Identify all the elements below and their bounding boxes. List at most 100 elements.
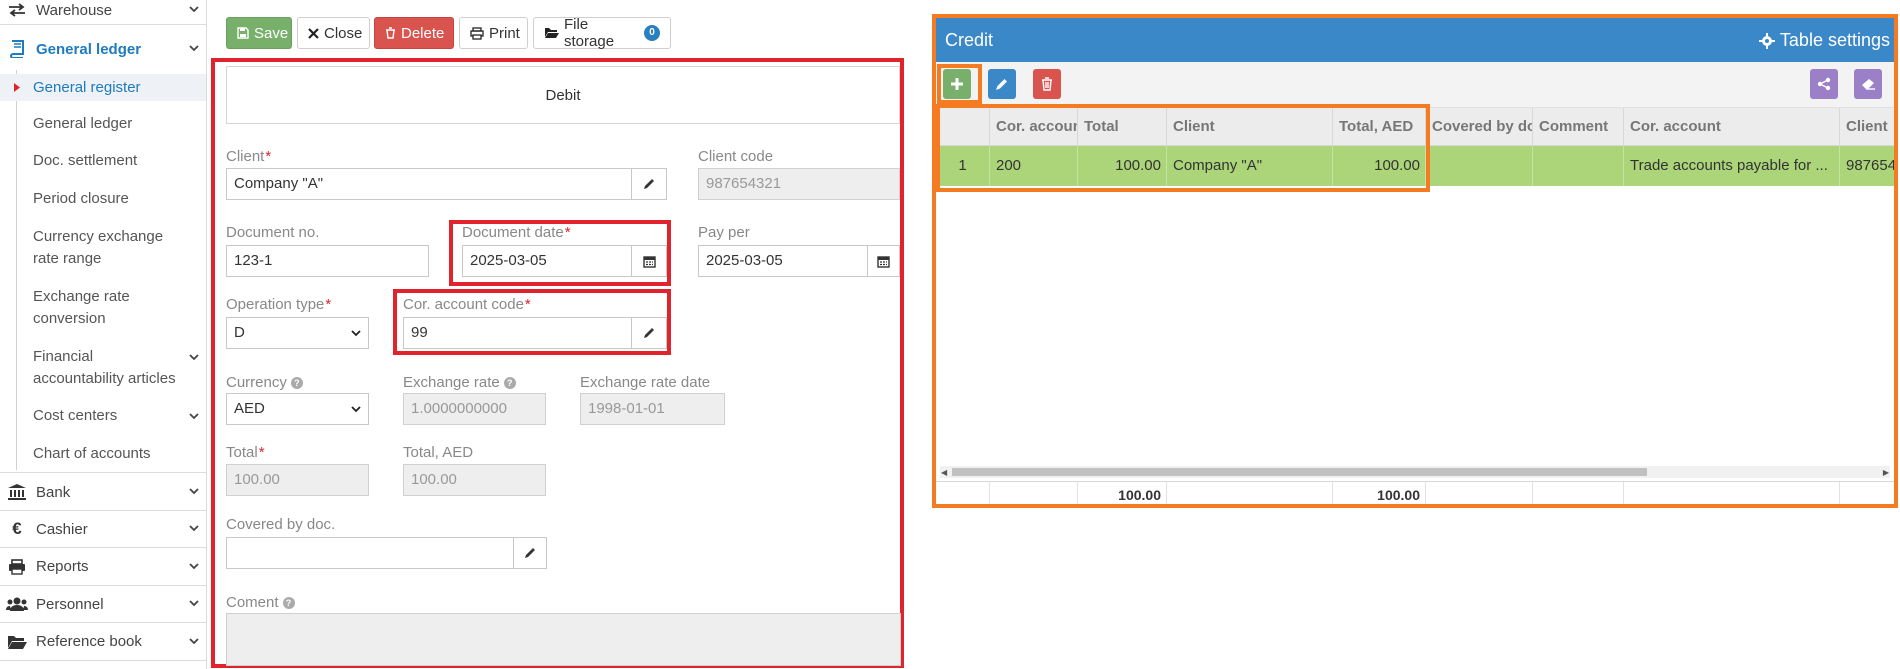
- footer-total-aed: 100.00: [1333, 482, 1426, 504]
- client-field[interactable]: Company "A": [226, 168, 632, 200]
- calendar-icon: [877, 255, 890, 268]
- pencil-icon: [643, 178, 655, 190]
- covered-by-doc-edit-button[interactable]: [513, 537, 547, 569]
- close-button[interactable]: Close: [297, 17, 370, 49]
- sidebar-item-financial-accountability-articles[interactable]: Financial accountability articles: [0, 346, 206, 390]
- sidebar-item-label: General ledger: [33, 115, 133, 132]
- bank-icon: [6, 483, 28, 501]
- chevron-down-icon: [189, 43, 199, 53]
- close-icon: [308, 27, 319, 39]
- sidebar-section-warehouse[interactable]: Warehouse: [0, 0, 206, 20]
- print-icon: [470, 26, 484, 40]
- horizontal-scrollbar[interactable]: ◀ ▶: [940, 466, 1890, 478]
- footer-cell: [1167, 482, 1333, 504]
- doc-date-field[interactable]: 2025-03-05: [462, 245, 632, 277]
- delete-button[interactable]: Delete: [374, 17, 454, 49]
- scroll-right-icon[interactable]: ▶: [1883, 468, 1889, 477]
- sidebar-item-label: Exchange rate conversion: [33, 288, 130, 327]
- clear-filter-button[interactable]: [1854, 69, 1882, 99]
- scroll-left-icon[interactable]: ◀: [941, 468, 947, 477]
- currency-label: Currency?: [226, 374, 303, 391]
- edit-row-button[interactable]: [988, 69, 1016, 99]
- file-count-badge: 0: [644, 25, 660, 41]
- chevron-down-icon: [351, 404, 361, 414]
- sidebar-item-label: Cost centers: [33, 407, 118, 424]
- op-type-select[interactable]: D: [226, 317, 369, 349]
- sidebar-item-label: Chart of accounts: [33, 445, 151, 462]
- help-icon[interactable]: ?: [282, 597, 295, 609]
- sidebar-item-period-closure[interactable]: Period closure: [0, 188, 206, 210]
- total-label: Total*: [226, 444, 265, 461]
- footer-cell: [1624, 482, 1840, 504]
- sidebar-item-general-ledger[interactable]: General ledger: [0, 113, 206, 135]
- currency-label-text: Currency: [226, 374, 287, 391]
- sidebar-section-cashier[interactable]: € Cashier: [0, 511, 206, 547]
- divider: [0, 24, 206, 25]
- table-settings-button[interactable]: Table settings: [1758, 30, 1890, 51]
- covered-by-doc-label: Covered by doc.: [226, 516, 336, 533]
- book-icon: [6, 40, 28, 58]
- currency-select[interactable]: AED: [226, 393, 369, 425]
- credit-toolbar: [936, 62, 1894, 108]
- debit-form-highlight: [211, 58, 904, 668]
- chevron-down-icon: [189, 486, 199, 496]
- gear-icon: [1758, 32, 1780, 49]
- help-icon[interactable]: ?: [290, 377, 303, 389]
- trash-icon: [385, 27, 396, 39]
- divider: [0, 660, 206, 661]
- sidebar-item-chart-of-accounts[interactable]: Chart of accounts: [0, 443, 206, 465]
- help-icon[interactable]: ?: [503, 377, 516, 389]
- share-button[interactable]: [1810, 69, 1838, 99]
- column-header[interactable]: Cor. account: [1624, 108, 1840, 146]
- pencil-icon: [995, 77, 1009, 91]
- comment-label: Coment?: [226, 594, 295, 611]
- sidebar-section-label: Personnel: [36, 595, 104, 613]
- sidebar-section-bank[interactable]: Bank: [0, 474, 206, 510]
- table-cell: [1533, 146, 1624, 186]
- cor-account-field[interactable]: 99: [403, 317, 632, 349]
- pay-per-field[interactable]: 2025-03-05: [698, 245, 868, 277]
- total-aed-label: Total, AED: [403, 444, 474, 461]
- chevron-down-icon: [189, 561, 199, 571]
- comment-textarea[interactable]: [226, 613, 901, 666]
- op-type-value: D: [234, 324, 245, 341]
- covered-by-doc-field[interactable]: [226, 537, 514, 569]
- footer-cell: [1426, 482, 1533, 504]
- op-type-label-text: Operation type: [226, 296, 325, 313]
- exchange-rate-label-text: Exchange rate: [403, 374, 500, 391]
- cor-account-edit-button[interactable]: [631, 317, 667, 349]
- table-cell: 987654: [1846, 157, 1897, 174]
- sidebar-item-currency-exchange-rate-range[interactable]: Currency exchange rate range: [0, 226, 180, 270]
- sidebar-item-cost-centers[interactable]: Cost centers: [0, 405, 206, 427]
- chevron-down-icon: [189, 523, 199, 533]
- sidebar-item-doc-settlement[interactable]: Doc. settlement: [0, 150, 206, 172]
- file-storage-button[interactable]: File storage 0: [533, 16, 671, 50]
- sidebar-item-general-register[interactable]: General register: [0, 74, 206, 101]
- client-edit-button[interactable]: [631, 168, 667, 200]
- client-code-field: 987654321: [698, 168, 900, 200]
- sidebar-section-reference-book[interactable]: Reference book: [0, 623, 206, 660]
- save-button[interactable]: Save: [226, 17, 292, 49]
- total-field: 100.00: [226, 464, 369, 496]
- total-label-text: Total: [226, 444, 258, 461]
- file-storage-button-label: File storage: [564, 16, 615, 50]
- sidebar-section-personnel[interactable]: Personnel: [0, 586, 206, 622]
- sidebar-section-reports[interactable]: Reports: [0, 548, 206, 585]
- column-header[interactable]: Covered by doc.: [1426, 108, 1533, 146]
- column-header[interactable]: Client: [1840, 108, 1894, 146]
- chevron-down-icon: [189, 598, 199, 608]
- divider: [0, 472, 206, 473]
- sidebar-item-exchange-rate-conversion[interactable]: Exchange rate conversion: [0, 286, 180, 330]
- column-header[interactable]: Comment: [1533, 108, 1624, 146]
- print-button-label: Print: [489, 24, 520, 42]
- currency-value: AED: [234, 400, 265, 417]
- doc-no-label: Document no.: [226, 224, 320, 241]
- pay-per-calendar-button[interactable]: [867, 245, 900, 277]
- delete-row-button[interactable]: [1033, 69, 1061, 99]
- print-button[interactable]: Print: [459, 17, 528, 49]
- sidebar-section-general-ledger[interactable]: General ledger: [0, 36, 206, 62]
- scrollbar-thumb[interactable]: [952, 468, 1647, 476]
- doc-date-calendar-button[interactable]: [631, 245, 667, 277]
- doc-no-field[interactable]: 123-1: [226, 245, 429, 277]
- chevron-down-icon: [189, 352, 199, 362]
